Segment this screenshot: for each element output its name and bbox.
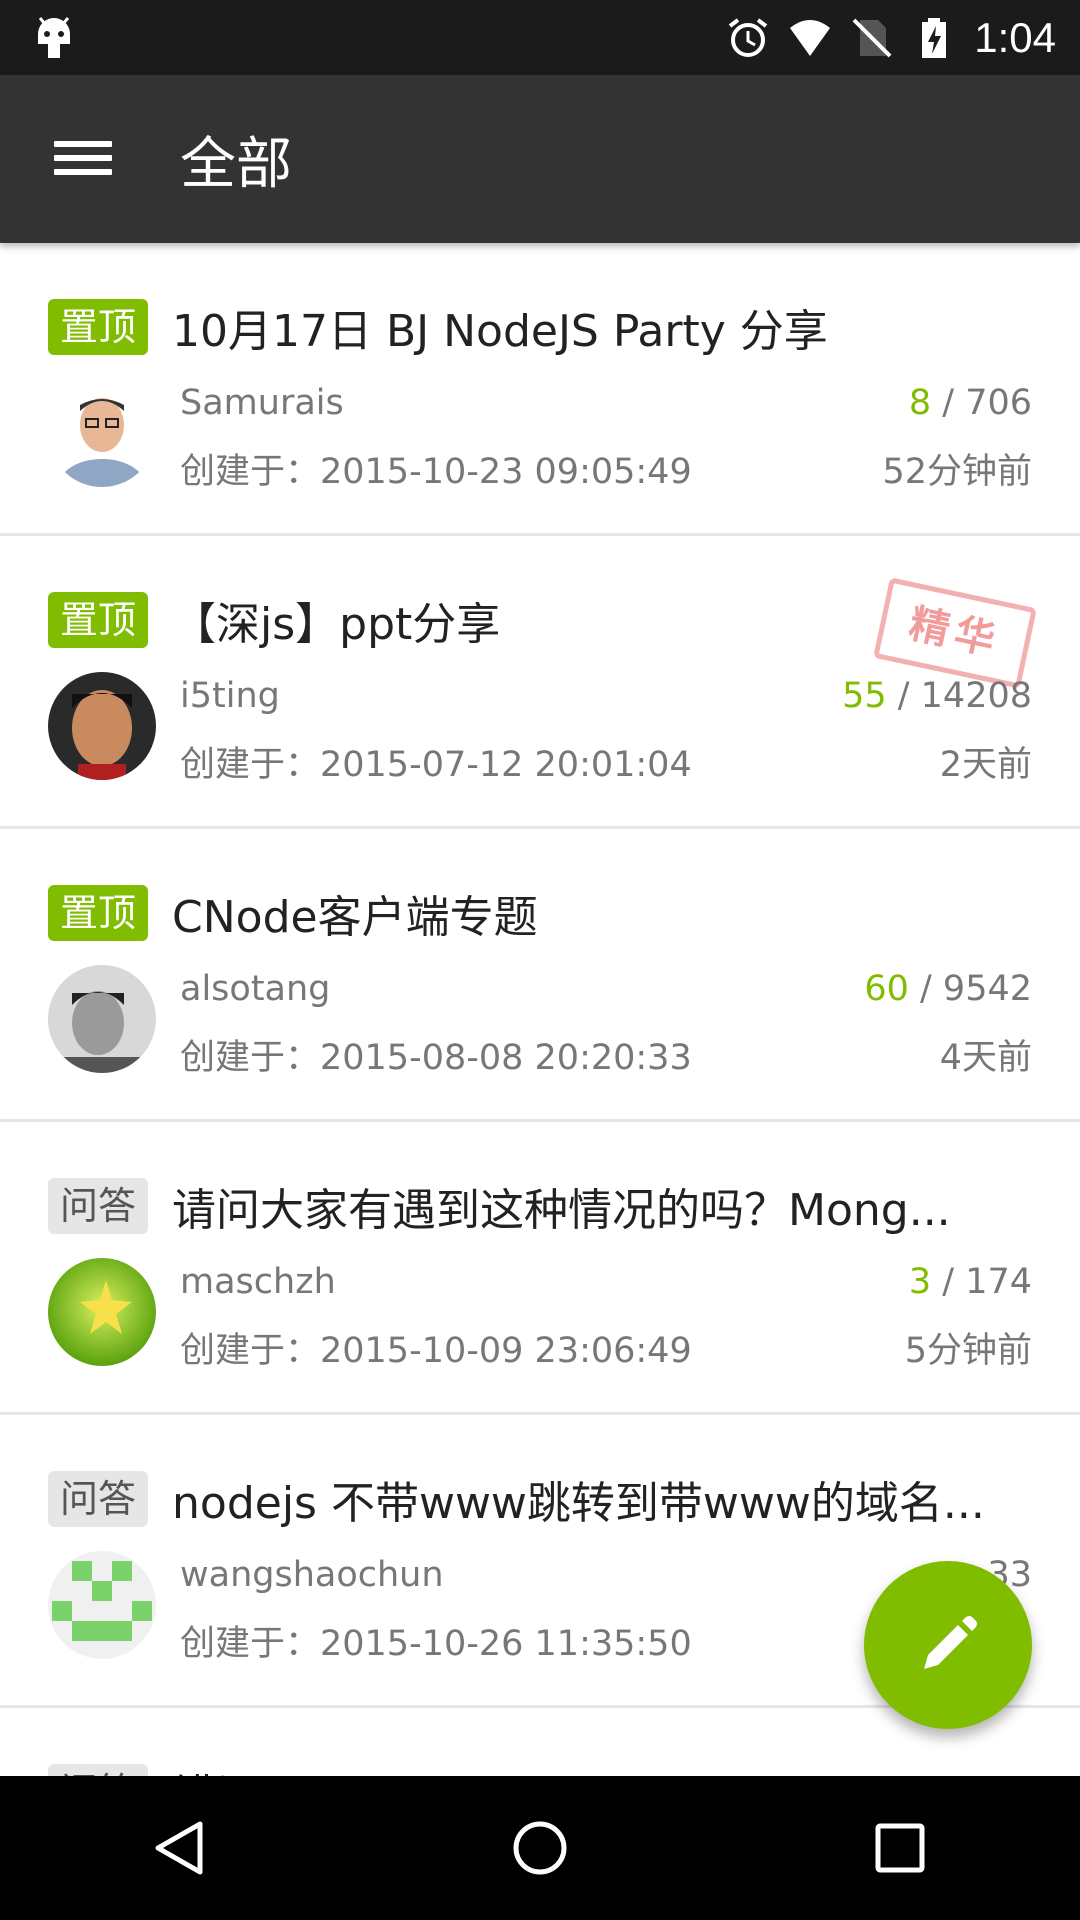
android-icon <box>38 17 70 58</box>
author-name[interactable]: i5ting <box>180 676 280 716</box>
page-title: 全部 <box>180 132 292 197</box>
topic-list[interactable]: 置顶 10月17日 BJ NodeJS Party 分享 Samurais 创建… <box>0 243 1080 1776</box>
author-name[interactable]: Samurais <box>180 383 344 423</box>
tag-badge: 问答 <box>48 1471 149 1527</box>
count-separator: / <box>931 383 966 423</box>
avatar[interactable] <box>48 1551 156 1659</box>
last-reply-time: 52分钟前 <box>882 452 1032 492</box>
alarm-icon <box>729 18 768 57</box>
topic-title: 【深js】ppt分享 <box>172 599 501 650</box>
count-separator: / <box>886 676 921 716</box>
battery-charging-icon <box>922 18 947 58</box>
tag-badge: 问答 <box>48 1178 149 1234</box>
topic-title: 10月17日 BJ NodeJS Party 分享 <box>172 306 828 357</box>
view-count: 706 <box>965 383 1032 423</box>
edit-pencil-icon <box>924 1616 977 1669</box>
topic-title: 请问大家有遇到这种情况的吗？Mong... <box>172 1185 951 1236</box>
tag-badge: 置顶 <box>48 592 149 648</box>
reply-view-count: 60 / 9542 <box>864 969 1032 1009</box>
home-button[interactable] <box>480 1788 600 1908</box>
author-name[interactable]: maschzh <box>180 1262 336 1302</box>
created-time: 创建于：2015-10-09 23:06:49 <box>180 1331 692 1371</box>
reply-view-count: 3 / 174 <box>909 1262 1032 1302</box>
created-time: 创建于：2015-07-12 20:01:04 <box>180 745 692 785</box>
topic-title: 错误 <box>172 1760 260 1776</box>
new-topic-button[interactable] <box>864 1561 1032 1729</box>
view-count: 9542 <box>942 969 1032 1009</box>
last-reply-time: 4天前 <box>939 1038 1032 1078</box>
reply-view-count: 55 / 14208 <box>842 676 1032 716</box>
tag-badge: 置顶 <box>48 299 149 355</box>
topic-item[interactable]: 问答 请问大家有遇到这种情况的吗？Mong... maschzh 创建于：201… <box>0 1122 1080 1415</box>
reply-count: 60 <box>864 969 909 1009</box>
reply-count: 3 <box>908 1262 932 1302</box>
status-bar: 1:04 <box>0 0 1080 75</box>
avatar[interactable] <box>48 672 156 780</box>
created-time: 创建于：2015-10-23 09:05:49 <box>180 452 692 492</box>
last-reply-time: 2天前 <box>939 745 1032 785</box>
created-time: 创建于：2015-10-26 11:35:50 <box>180 1624 692 1664</box>
reply-count: 55 <box>842 676 887 716</box>
author-name[interactable]: wangshaochun <box>180 1555 444 1595</box>
back-icon <box>155 1821 203 1875</box>
home-icon <box>513 1821 567 1875</box>
view-count: 174 <box>965 1262 1032 1302</box>
topic-item[interactable]: 置顶 【深js】ppt分享 精华 i5ting 创建于：2015-07-12 2… <box>0 536 1080 829</box>
status-time: 1:04 <box>974 14 1056 61</box>
recents-button[interactable] <box>840 1788 960 1908</box>
created-time: 创建于：2015-08-08 20:20:33 <box>180 1038 692 1078</box>
tag-badge: 问答 <box>48 1764 149 1776</box>
topic-item[interactable]: 置顶 10月17日 BJ NodeJS Party 分享 Samurais 创建… <box>0 243 1080 536</box>
topic-title: CNode客户端专题 <box>172 892 538 943</box>
system-nav-bar <box>0 1776 1080 1920</box>
last-reply-time: 5分钟前 <box>904 1331 1032 1371</box>
view-count: 14208 <box>920 676 1032 716</box>
tag-badge: 置顶 <box>48 885 149 941</box>
topic-item[interactable]: 置顶 CNode客户端专题 alsotang 创建于：2015-08-08 20… <box>0 829 1080 1122</box>
topic-title: nodejs 不带www跳转到带www的域名... <box>172 1478 985 1529</box>
wifi-icon <box>790 20 831 56</box>
author-name[interactable]: alsotang <box>180 969 330 1009</box>
menu-icon[interactable] <box>54 131 112 185</box>
no-sim-icon <box>852 18 892 58</box>
avatar[interactable] <box>48 1258 156 1366</box>
app-bar: 全部 <box>0 75 1080 243</box>
reply-view-count: 8 / 706 <box>909 383 1032 423</box>
recents-icon <box>875 1823 925 1873</box>
count-separator: / <box>908 969 943 1009</box>
count-separator: / <box>931 1262 966 1302</box>
avatar[interactable] <box>48 379 156 487</box>
reply-count: 8 <box>908 383 932 423</box>
back-button[interactable] <box>120 1788 240 1908</box>
avatar[interactable] <box>48 965 156 1073</box>
